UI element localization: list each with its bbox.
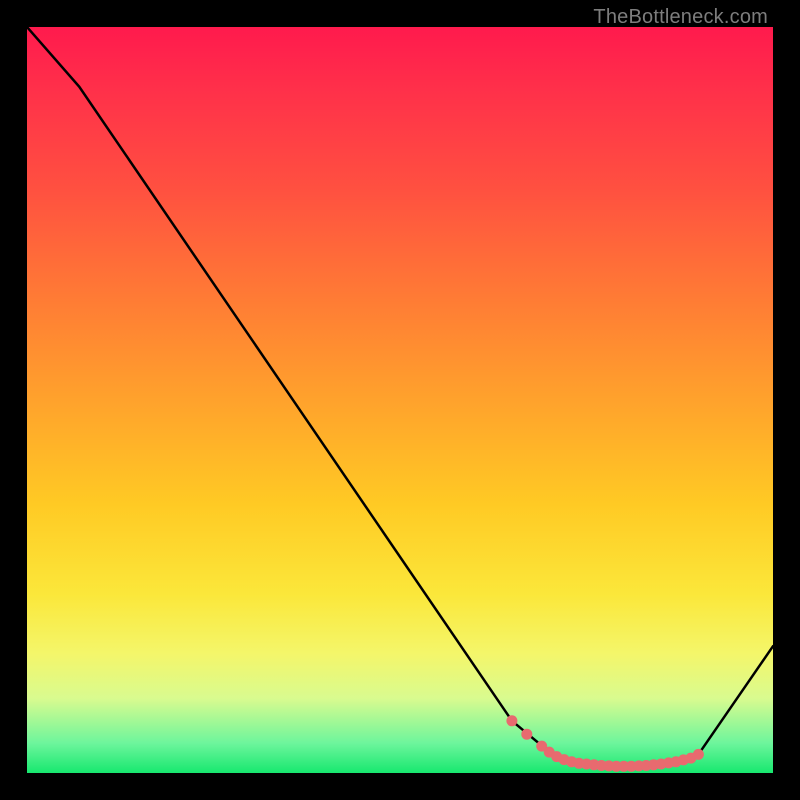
marker-dot bbox=[641, 760, 652, 771]
marker-dot bbox=[536, 741, 547, 752]
marker-dot bbox=[521, 729, 532, 740]
marker-dot bbox=[566, 756, 577, 767]
marker-dot bbox=[648, 759, 659, 770]
marker-dot bbox=[626, 761, 637, 772]
marker-dot bbox=[663, 757, 674, 768]
marker-dot bbox=[618, 761, 629, 772]
marker-dot bbox=[671, 756, 682, 767]
main-curve bbox=[27, 27, 773, 766]
marker-dot bbox=[656, 759, 667, 770]
marker-dot bbox=[589, 759, 600, 770]
plot-area bbox=[27, 27, 773, 773]
marker-dot bbox=[544, 747, 555, 758]
marker-dot bbox=[506, 715, 517, 726]
marker-group bbox=[506, 715, 704, 772]
marker-dot bbox=[611, 761, 622, 772]
marker-dot bbox=[693, 749, 704, 760]
marker-dot bbox=[559, 754, 570, 765]
marker-dot bbox=[574, 758, 585, 769]
attribution-label: TheBottleneck.com bbox=[593, 6, 768, 29]
marker-dot bbox=[596, 760, 607, 771]
marker-dot bbox=[551, 751, 562, 762]
marker-dot bbox=[581, 759, 592, 770]
marker-dot bbox=[678, 754, 689, 765]
chart-stage: TheBottleneck.com bbox=[0, 0, 800, 800]
marker-dot bbox=[603, 760, 614, 771]
marker-dot bbox=[633, 760, 644, 771]
marker-dot bbox=[685, 753, 696, 764]
curve-layer bbox=[27, 27, 773, 773]
